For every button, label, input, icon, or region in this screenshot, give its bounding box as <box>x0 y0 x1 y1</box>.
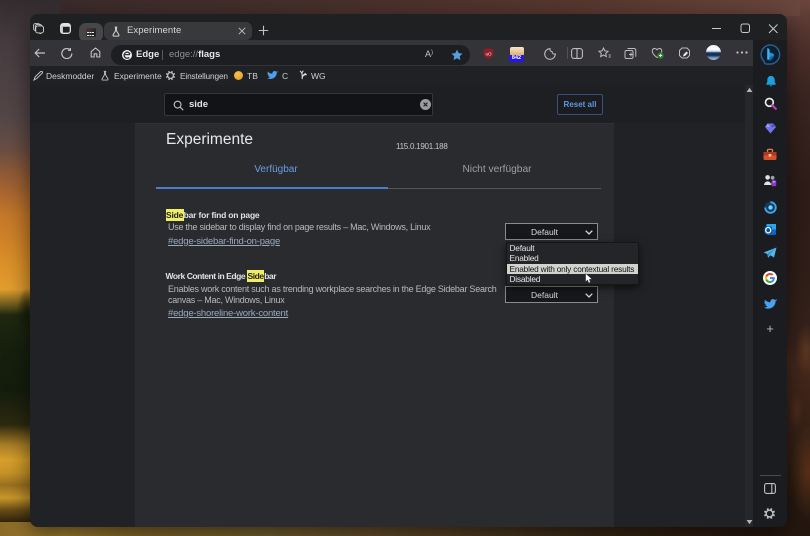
svg-text:uO: uO <box>485 52 492 57</box>
